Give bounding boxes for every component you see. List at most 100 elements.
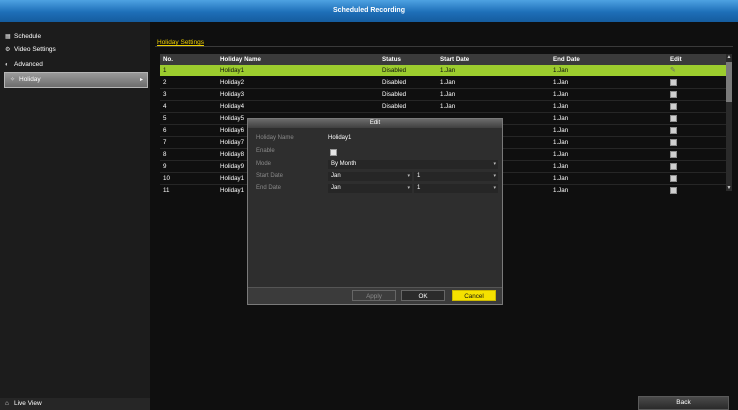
table-row[interactable]: 1 Holiday1 Disabled 1.Jan 1.Jan ✎	[160, 65, 726, 76]
row-no: 6	[163, 127, 167, 134]
end-day-select[interactable]: 1 ▾	[414, 184, 498, 193]
end-date-label: End Date	[256, 185, 282, 191]
mode-row: Mode By Month ▾	[254, 159, 498, 170]
sidebar-item-label: Schedule	[14, 33, 42, 40]
table-row[interactable]: 2 Holiday2 Disabled 1.Jan 1.Jan	[160, 77, 726, 89]
row-no: 8	[163, 151, 167, 158]
window-title-bar: Scheduled Recording	[0, 0, 738, 22]
row-end-date: 1.Jan	[553, 175, 569, 182]
chevron-down-icon: ▾	[407, 185, 410, 191]
end-date-row: End Date Jan ▾ 1 ▾	[254, 183, 498, 194]
row-name: Holiday4	[220, 103, 245, 110]
scroll-up-arrow-icon[interactable]: ▲	[726, 54, 732, 60]
back-button[interactable]: Back	[638, 396, 729, 410]
chevron-down-icon: ▾	[493, 185, 496, 191]
column-header-no: No.	[163, 56, 173, 63]
end-month-select[interactable]: Jan ▾	[328, 184, 412, 193]
edit-icon[interactable]	[670, 162, 677, 170]
sidebar-item-advanced[interactable]: ◐ Advanced	[0, 58, 148, 72]
table-row[interactable]: 4 Holiday4 Disabled 1.Jan 1.Jan	[160, 101, 726, 113]
table-scrollbar[interactable]: ▲ ▼	[726, 54, 732, 191]
row-name: Holiday1	[220, 67, 245, 74]
row-end-date: 1.Jan	[553, 127, 569, 134]
sidebar-item-holiday[interactable]: ✧ Holiday ▸	[4, 72, 148, 88]
start-month-value: Jan	[331, 173, 341, 179]
row-end-date: 1.Jan	[553, 115, 569, 122]
row-end-date: 1.Jan	[553, 151, 569, 158]
dialog-title: Edit	[248, 119, 502, 128]
start-month-select[interactable]: Jan ▾	[328, 172, 412, 181]
row-start-date: 1.Jan	[440, 67, 456, 74]
end-month-value: Jan	[331, 185, 341, 191]
holiday-name-label: Holiday Name	[256, 135, 294, 141]
enable-row: Enable	[254, 146, 498, 157]
edit-icon[interactable]	[670, 78, 677, 86]
dialog-footer: Apply OK Cancel	[248, 287, 502, 304]
chevron-down-icon: ▾	[407, 173, 410, 179]
chevron-down-icon: ▾	[493, 173, 496, 179]
cancel-button[interactable]: Cancel	[452, 290, 496, 301]
table-row[interactable]: 3 Holiday3 Disabled 1.Jan 1.Jan	[160, 89, 726, 101]
calendar-icon: ▦	[5, 34, 11, 40]
mode-label: Mode	[256, 161, 272, 167]
column-header-status: Status	[382, 56, 401, 63]
row-name: Holiday2	[220, 79, 245, 86]
row-no: 1	[163, 67, 167, 74]
edit-icon[interactable]	[670, 114, 677, 122]
edit-icon[interactable]	[670, 102, 677, 110]
row-start-date: 1.Jan	[440, 91, 456, 98]
sidebar-item-label: Advanced	[14, 61, 43, 68]
row-no: 2	[163, 79, 167, 86]
edit-dialog: Edit Holiday Name Holiday1 Enable Mode B…	[247, 118, 503, 305]
chevron-right-icon: ▸	[139, 77, 143, 83]
edit-icon[interactable]	[670, 174, 677, 182]
section-divider	[155, 46, 733, 47]
row-status: Disabled	[382, 91, 407, 98]
row-no: 4	[163, 103, 167, 110]
scroll-down-arrow-icon[interactable]: ▼	[726, 185, 732, 191]
live-view-label: Live View	[14, 400, 42, 407]
section-title[interactable]: Holiday Settings	[157, 39, 204, 46]
ok-button[interactable]: OK	[401, 290, 445, 301]
row-end-date: 1.Jan	[553, 187, 569, 194]
row-start-date: 1.Jan	[440, 79, 456, 86]
enable-checkbox[interactable]	[330, 149, 337, 156]
sidebar-item-schedule[interactable]: ▦ Schedule	[0, 30, 148, 44]
start-date-row: Start Date Jan ▾ 1 ▾	[254, 171, 498, 182]
row-end-date: 1.Jan	[553, 139, 569, 146]
column-header-end-date: End Date	[553, 56, 580, 63]
start-day-select[interactable]: 1 ▾	[414, 172, 498, 181]
row-status: Disabled	[382, 67, 407, 74]
row-status: Disabled	[382, 79, 407, 86]
mode-select[interactable]: By Month ▾	[328, 160, 498, 169]
sidebar-item-video-settings[interactable]: ⚙ Video Settings	[0, 43, 148, 57]
column-header-name: Holiday Name	[220, 56, 261, 63]
gear-icon: ⚙	[5, 47, 11, 53]
chevron-down-icon: ▾	[493, 161, 496, 167]
window-title: Scheduled Recording	[333, 7, 405, 14]
row-no: 11	[163, 187, 170, 194]
sidebar-item-label: Video Settings	[14, 46, 56, 53]
row-status: Disabled	[382, 103, 407, 110]
mode-value: By Month	[331, 161, 357, 167]
row-no: 9	[163, 163, 167, 170]
row-end-date: 1.Jan	[553, 79, 569, 86]
row-name: Holiday3	[220, 91, 245, 98]
scroll-thumb[interactable]	[726, 62, 732, 102]
live-view-button[interactable]: ⌂ Live View	[0, 398, 150, 410]
row-no: 5	[163, 115, 167, 122]
row-end-date: 1.Jan	[553, 91, 569, 98]
apply-button[interactable]: Apply	[352, 290, 396, 301]
edit-icon[interactable]	[670, 186, 677, 194]
holiday-name-input[interactable]: Holiday1	[328, 133, 351, 144]
column-header-start-date: Start Date	[440, 56, 470, 63]
start-day-value: 1	[417, 173, 421, 179]
edit-icon[interactable]	[670, 90, 677, 98]
pencil-icon[interactable]: ✎	[670, 65, 676, 76]
row-end-date: 1.Jan	[553, 163, 569, 170]
edit-icon[interactable]	[670, 138, 677, 146]
start-date-label: Start Date	[256, 173, 284, 179]
edit-icon[interactable]	[670, 150, 677, 158]
edit-icon[interactable]	[670, 126, 677, 134]
sidebar: ▦ Schedule ⚙ Video Settings ◐ Advanced ✧…	[0, 22, 150, 410]
